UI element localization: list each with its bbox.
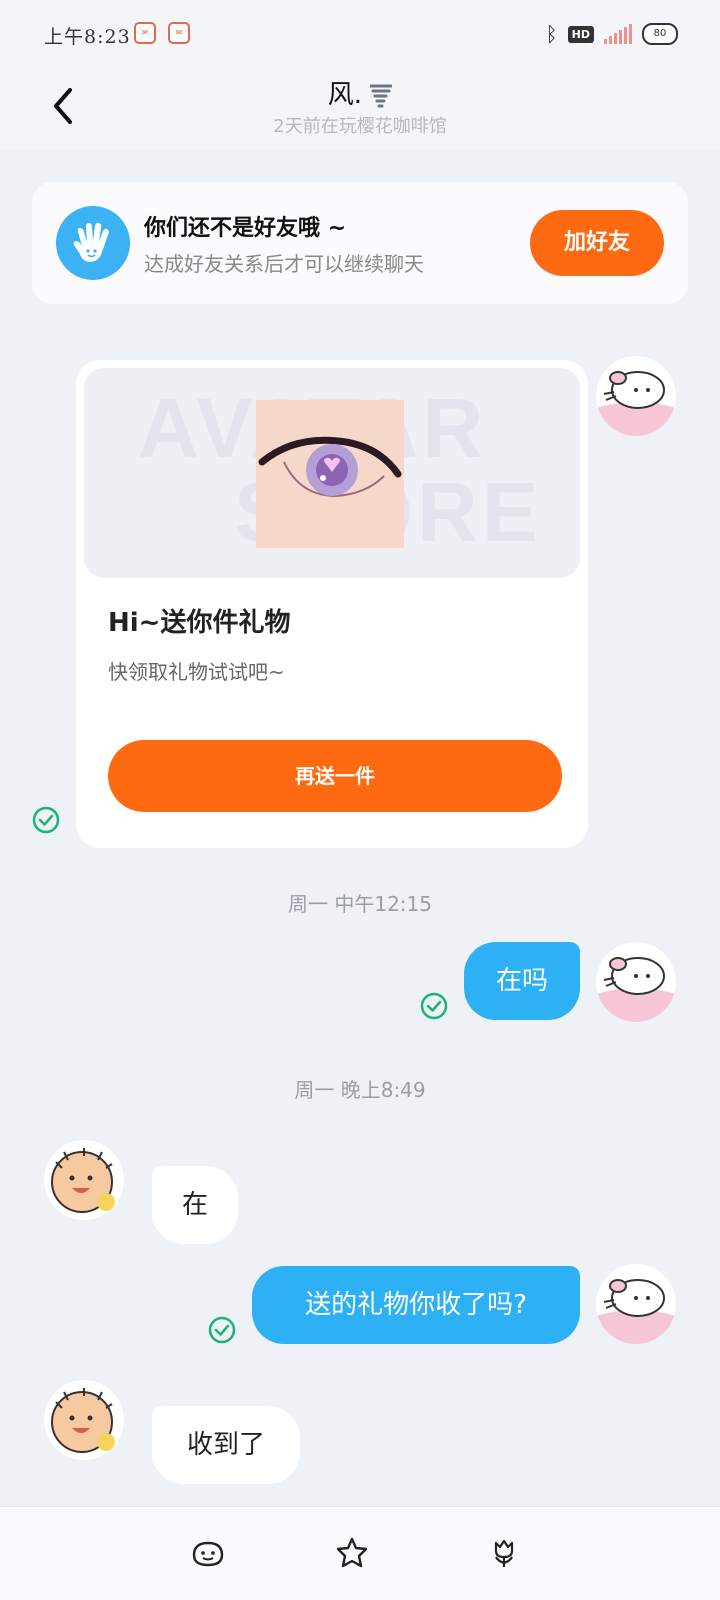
status-bar: 上午8:23 ✉ ✉ ᛒ HD 80: [0, 0, 720, 64]
tornado-icon: [370, 84, 393, 107]
chat-subtitle: 2天前在玩樱花咖啡馆: [273, 116, 447, 137]
chat-title: 风.: [327, 80, 362, 110]
notification-icon: ✉: [168, 22, 190, 44]
hd-badge: HD: [567, 25, 594, 43]
gift-description: 快领取礼物试试吧~: [108, 660, 285, 684]
my-avatar[interactable]: [596, 942, 676, 1022]
star-icon[interactable]: [334, 1535, 370, 1571]
banner-title: 你们还不是好友哦 ~: [144, 216, 347, 241]
gift-preview: AVATAR STORE: [84, 368, 580, 578]
contact-avatar[interactable]: [44, 1380, 124, 1460]
gift-eye-image: [256, 400, 404, 548]
status-indicators: ᛒ HD 80: [546, 20, 678, 48]
read-check-icon: [208, 1316, 236, 1344]
gift-message-card[interactable]: AVATAR STORE Hi~送你件礼物 快领取礼物试试吧~ 再送一件: [76, 360, 588, 848]
read-check-icon: [32, 806, 60, 834]
signal-icon: [604, 24, 632, 44]
battery-icon: 80: [642, 23, 678, 45]
add-friend-button[interactable]: 加好友: [530, 210, 664, 276]
emoji-icon[interactable]: [190, 1535, 226, 1571]
banner-subtitle: 达成好友关系后才可以继续聊天: [144, 252, 424, 276]
contact-avatar[interactable]: [44, 1140, 124, 1220]
send-again-button[interactable]: 再送一件: [108, 740, 562, 812]
notification-icon: ✉: [134, 22, 156, 44]
outgoing-message-bubble[interactable]: 在吗: [464, 942, 580, 1020]
message-timestamp: 周一 中午12:15: [288, 892, 432, 916]
my-avatar[interactable]: [596, 356, 676, 436]
outgoing-message-bubble[interactable]: 送的礼物你收了吗?: [252, 1266, 580, 1344]
bluetooth-icon: ᛒ: [545, 22, 558, 46]
flower-icon[interactable]: [486, 1535, 522, 1571]
incoming-message-bubble[interactable]: 在: [152, 1166, 238, 1244]
chat-header: 风. 2天前在玩樱花咖啡馆: [0, 64, 720, 150]
wave-hand-icon: [56, 206, 130, 280]
status-time: 上午8:23: [44, 26, 131, 48]
message-timestamp: 周一 晚上8:49: [294, 1078, 426, 1102]
read-check-icon: [420, 992, 448, 1020]
incoming-message-bubble[interactable]: 收到了: [152, 1406, 300, 1484]
gift-title: Hi~送你件礼物: [108, 608, 291, 638]
chat-title-row: 风.: [0, 74, 720, 111]
my-avatar[interactable]: [596, 1264, 676, 1344]
bottom-toolbar: [0, 1506, 720, 1600]
not-friends-banner: 你们还不是好友哦 ~ 达成好友关系后才可以继续聊天 加好友: [32, 182, 688, 304]
